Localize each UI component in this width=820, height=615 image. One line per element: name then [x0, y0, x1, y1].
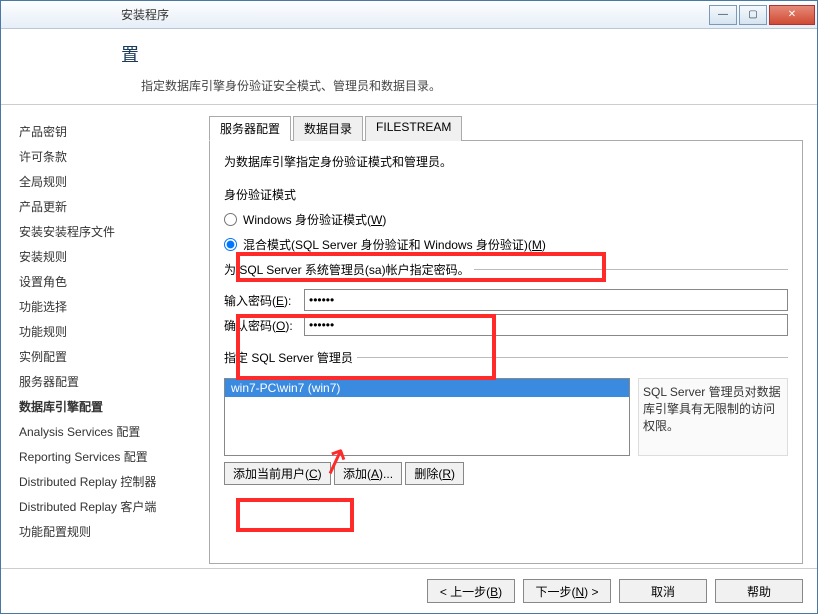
- admins-listbox[interactable]: win7-PC\win7 (win7): [224, 378, 630, 456]
- auth-mode-label: 身份验证模式: [224, 186, 788, 203]
- page-subtitle: 指定数据库引擎身份验证安全模式、管理员和数据目录。: [121, 77, 797, 94]
- radio-windows-auth[interactable]: [224, 213, 237, 226]
- sidebar-item[interactable]: 产品密钥: [19, 119, 193, 144]
- sidebar-item[interactable]: Reporting Services 配置: [19, 444, 193, 469]
- wizard-footer: < 上一步(B) 下一步(N) > 取消 帮助: [1, 568, 817, 613]
- main-panel: 服务器配置数据目录FILESTREAM 为数据库引擎指定身份验证模式和管理员。 …: [201, 105, 817, 568]
- sidebar-item[interactable]: 功能规则: [19, 319, 193, 344]
- sidebar-item[interactable]: 功能选择: [19, 294, 193, 319]
- minimize-button[interactable]: —: [709, 5, 737, 25]
- password-enter-input[interactable]: [304, 289, 788, 311]
- tab[interactable]: 服务器配置: [209, 116, 291, 141]
- sa-password-legend: 为 SQL Server 系统管理员(sa)帐户指定密码。: [224, 261, 474, 278]
- cancel-button[interactable]: 取消: [619, 579, 707, 603]
- radio-windows-row[interactable]: Windows 身份验证模式(W): [224, 211, 788, 228]
- sidebar-item[interactable]: 服务器配置: [19, 369, 193, 394]
- sidebar-item[interactable]: Distributed Replay 控制器: [19, 469, 193, 494]
- add-current-user-button[interactable]: 添加当前用户(C): [224, 462, 331, 485]
- password-enter-label: 输入密码(E):: [224, 292, 304, 309]
- password-confirm-input[interactable]: [304, 314, 788, 336]
- close-button[interactable]: ✕: [769, 5, 815, 25]
- sidebar: 产品密钥许可条款全局规则产品更新安装安装程序文件安装规则设置角色功能选择功能规则…: [1, 105, 201, 568]
- panel-description: 为数据库引擎指定身份验证模式和管理员。: [224, 153, 788, 170]
- page-title: 置: [121, 41, 797, 67]
- back-button[interactable]: < 上一步(B): [427, 579, 515, 603]
- window-buttons: — ▢ ✕: [709, 5, 817, 25]
- admins-note: SQL Server 管理员对数据库引擎具有无限制的访问权限。: [638, 378, 788, 456]
- admin-list-item[interactable]: win7-PC\win7 (win7): [225, 379, 629, 397]
- add-button[interactable]: 添加(A)...: [334, 462, 402, 485]
- sidebar-item[interactable]: Analysis Services 配置: [19, 419, 193, 444]
- sidebar-item[interactable]: 实例配置: [19, 344, 193, 369]
- radio-windows-label: Windows 身份验证模式(W): [243, 211, 386, 228]
- sidebar-item[interactable]: 产品更新: [19, 194, 193, 219]
- window-title: 安装程序: [121, 6, 169, 23]
- next-button[interactable]: 下一步(N) >: [523, 579, 611, 603]
- password-confirm-label: 确认密码(O):: [224, 317, 304, 334]
- tab[interactable]: 数据目录: [293, 116, 363, 141]
- sa-password-group: 为 SQL Server 系统管理员(sa)帐户指定密码。 输入密码(E): 确…: [224, 261, 788, 341]
- sidebar-item[interactable]: 设置角色: [19, 269, 193, 294]
- tab[interactable]: FILESTREAM: [365, 116, 462, 141]
- sidebar-item[interactable]: 安装规则: [19, 244, 193, 269]
- sidebar-item[interactable]: 安装安装程序文件: [19, 219, 193, 244]
- sidebar-item[interactable]: 功能配置规则: [19, 519, 193, 544]
- help-button[interactable]: 帮助: [715, 579, 803, 603]
- sidebar-item[interactable]: Distributed Replay 客户端: [19, 494, 193, 519]
- tab-panel-server-config: 为数据库引擎指定身份验证模式和管理员。 身份验证模式 Windows 身份验证模…: [209, 141, 803, 564]
- remove-button[interactable]: 删除(R): [405, 462, 464, 485]
- sidebar-item[interactable]: 许可条款: [19, 144, 193, 169]
- installer-window: 安装程序 — ▢ ✕ 置 指定数据库引擎身份验证安全模式、管理员和数据目录。 产…: [0, 0, 818, 614]
- titlebar: 安装程序 — ▢ ✕: [1, 1, 817, 29]
- page-header: 置 指定数据库引擎身份验证安全模式、管理员和数据目录。: [1, 29, 817, 105]
- sidebar-item[interactable]: 数据库引擎配置: [19, 394, 193, 419]
- radio-mixed-row[interactable]: 混合模式(SQL Server 身份验证和 Windows 身份验证)(M): [224, 236, 788, 253]
- radio-mixed-label: 混合模式(SQL Server 身份验证和 Windows 身份验证)(M): [243, 236, 546, 253]
- tab-strip: 服务器配置数据目录FILESTREAM: [209, 115, 803, 141]
- maximize-button[interactable]: ▢: [739, 5, 767, 25]
- radio-mixed-auth[interactable]: [224, 238, 237, 251]
- admins-group: 指定 SQL Server 管理员 win7-PC\win7 (win7) SQ…: [224, 349, 788, 487]
- admins-legend: 指定 SQL Server 管理员: [224, 349, 357, 366]
- sidebar-item[interactable]: 全局规则: [19, 169, 193, 194]
